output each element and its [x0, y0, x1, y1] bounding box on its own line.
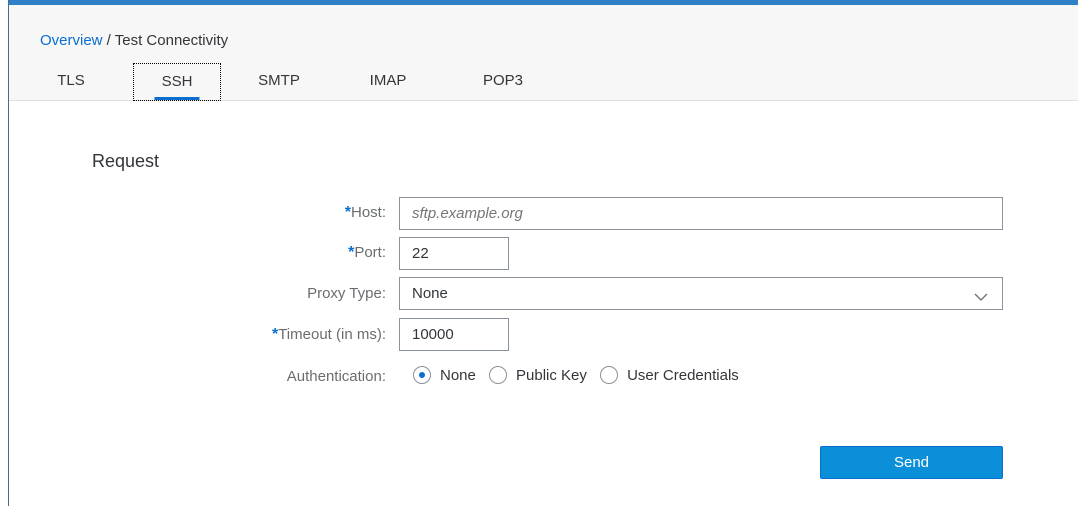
- timeout-label-text: Timeout (in ms):: [278, 326, 386, 343]
- radio-unselected-icon[interactable]: [489, 366, 508, 384]
- page-header: Overview / Test Connectivity TLS SSH SMT…: [9, 5, 1078, 101]
- tab-label: POP3: [482, 72, 524, 89]
- authentication-label-text: Authentication:: [286, 368, 386, 385]
- breadcrumb: Overview / Test Connectivity: [40, 32, 228, 50]
- chevron-down-icon: [974, 284, 988, 301]
- proxy-type-label: Proxy Type:: [307, 285, 386, 302]
- tab-label: IMAP: [369, 72, 407, 89]
- proxy-type-select[interactable]: None: [399, 277, 1003, 310]
- auth-option-public-key[interactable]: Public Key: [489, 366, 587, 384]
- auth-option-label: None: [440, 366, 476, 384]
- auth-option-label: User Credentials: [627, 366, 739, 384]
- send-button[interactable]: Send: [820, 446, 1003, 479]
- tab-ssh[interactable]: SSH: [133, 63, 221, 101]
- radio-unselected-icon[interactable]: [600, 366, 619, 384]
- tab-label: SMTP: [258, 72, 300, 89]
- request-section-title: Request: [92, 151, 160, 171]
- authentication-label: Authentication:: [287, 368, 386, 385]
- breadcrumb-separator: /: [102, 32, 115, 49]
- port-input[interactable]: [399, 237, 509, 270]
- auth-option-user-credentials[interactable]: User Credentials: [600, 366, 739, 384]
- tab-imap[interactable]: IMAP: [361, 63, 415, 101]
- auth-option-label: Public Key: [516, 366, 587, 384]
- port-label: *Port:: [348, 244, 386, 262]
- tab-smtp[interactable]: SMTP: [249, 63, 309, 101]
- tab-tls[interactable]: TLS: [49, 63, 93, 101]
- active-tab-indicator: [154, 97, 200, 100]
- authentication-radio-group: None Public Key User Credentials: [413, 366, 748, 388]
- breadcrumb-overview-link[interactable]: Overview: [40, 32, 103, 49]
- connectivity-page: Overview / Test Connectivity TLS SSH SMT…: [8, 0, 1078, 506]
- timeout-input[interactable]: [399, 318, 509, 351]
- host-label: *Host:: [345, 204, 386, 222]
- proxy-type-label-text: Proxy Type:: [307, 285, 386, 302]
- tab-label: SSH: [161, 73, 193, 90]
- host-label-text: Host:: [350, 204, 386, 221]
- radio-selected-icon[interactable]: [413, 366, 431, 384]
- tab-label: TLS: [57, 72, 85, 89]
- port-label-text: Port:: [354, 244, 386, 261]
- breadcrumb-current: Test Connectivity: [114, 32, 229, 49]
- auth-option-none[interactable]: None: [413, 366, 476, 384]
- tab-pop3[interactable]: POP3: [473, 63, 533, 101]
- host-input[interactable]: [399, 197, 1003, 230]
- timeout-label: *Timeout (in ms):: [272, 326, 386, 344]
- proxy-type-value: None: [412, 285, 448, 302]
